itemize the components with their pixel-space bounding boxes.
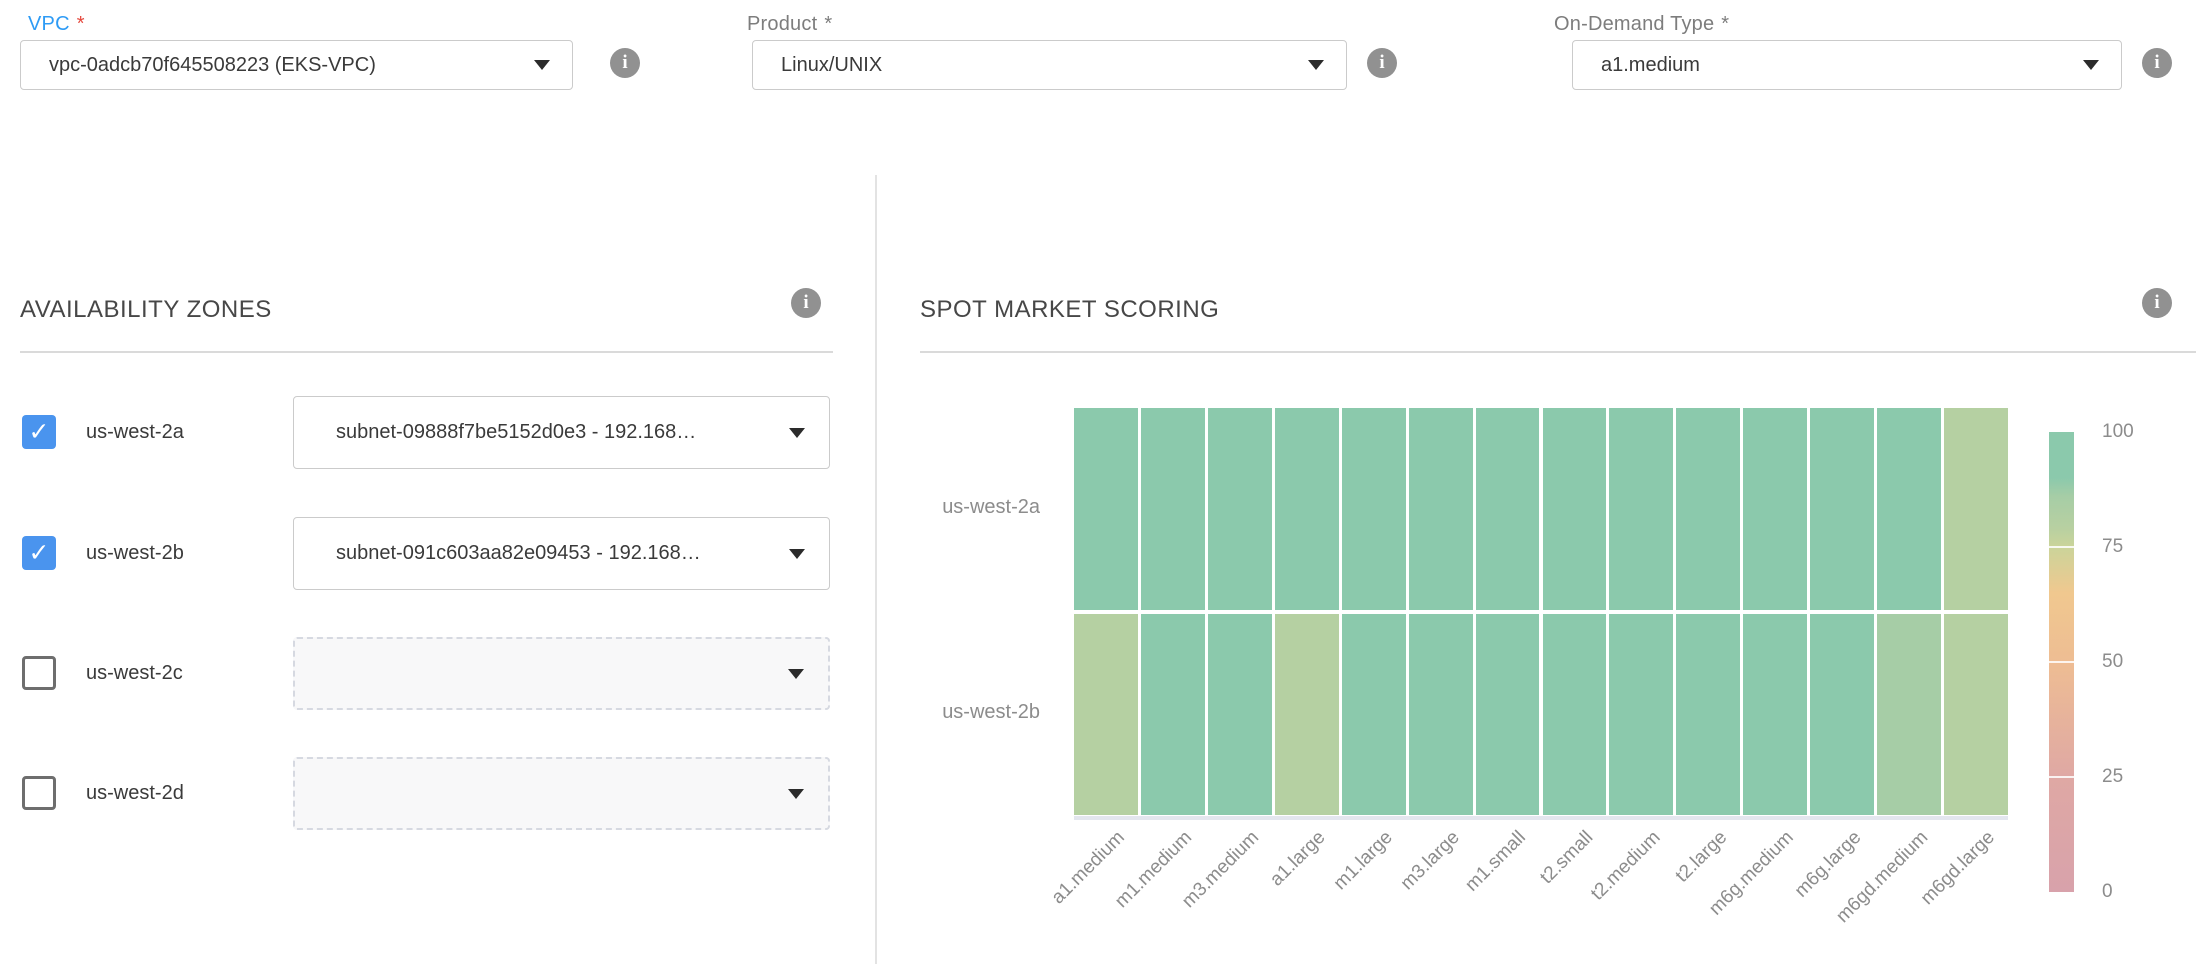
y-axis-label: us-west-2b <box>830 701 1040 724</box>
on-demand-type-required-marker: * <box>1721 13 1729 35</box>
spot-market-scoring-title: SPOT MARKET SCORING <box>920 296 1219 324</box>
section-divider <box>875 175 877 964</box>
availability-zones-title: AVAILABILITY ZONES <box>20 296 272 324</box>
on-demand-type-select[interactable]: a1.medium <box>1572 40 2122 90</box>
heatmap-cell-us-west-2a-a1.medium[interactable] <box>1074 408 1138 610</box>
product-label-text: Product <box>747 13 817 35</box>
heatmap-cell-us-west-2b-m3.large[interactable] <box>1409 614 1473 816</box>
heatmap-cell-us-west-2a-m6gd.large[interactable] <box>1944 408 2008 610</box>
product-required-marker: * <box>824 13 832 35</box>
az-zone-label: us-west-2b <box>86 517 184 590</box>
caret-down-icon <box>534 60 550 70</box>
heatmap-cell-us-west-2a-t2.small[interactable] <box>1543 408 1607 610</box>
caret-down-icon <box>1308 60 1324 70</box>
heatmap-cell-us-west-2a-m3.medium[interactable] <box>1208 408 1272 610</box>
caret-down-icon <box>788 669 804 679</box>
color-scale-label: 75 <box>2102 536 2172 558</box>
x-axis-line <box>1074 816 2008 820</box>
az-checkbox-us-west-2d[interactable] <box>22 776 56 810</box>
az-zone-label: us-west-2c <box>86 637 183 710</box>
subnet-select-value: subnet-091c603aa82e09453 - 192.168… <box>336 542 701 565</box>
product-label: Product * <box>747 13 832 36</box>
heatmap-cell-us-west-2b-m6gd.large[interactable] <box>1944 614 2008 816</box>
on-demand-type-label-text: On-Demand Type <box>1554 13 1714 35</box>
subnet-select-value: subnet-09888f7be5152d0e3 - 192.168… <box>336 421 696 444</box>
heatmap-cell-us-west-2b-m1.large[interactable] <box>1342 614 1406 816</box>
on-demand-type-info-icon[interactable]: i <box>2142 48 2172 78</box>
heatmap-cell-us-west-2b-m1.small[interactable] <box>1476 614 1540 816</box>
heatmap-cell-us-west-2b-m6g.medium[interactable] <box>1743 614 1807 816</box>
subnet-select-us-west-2b[interactable]: subnet-091c603aa82e09453 - 192.168… <box>293 517 830 590</box>
heatmap-cell-us-west-2a-a1.large[interactable] <box>1275 408 1339 610</box>
heatmap-cell-us-west-2a-t2.large[interactable] <box>1676 408 1740 610</box>
subnet-select-us-west-2a[interactable]: subnet-09888f7be5152d0e3 - 192.168… <box>293 396 830 469</box>
vpc-select[interactable]: vpc-0adcb70f645508223 (EKS-VPC) <box>20 40 573 90</box>
on-demand-type-select-value: a1.medium <box>1601 54 1700 77</box>
color-scale-label: 0 <box>2102 881 2172 903</box>
caret-down-icon <box>2083 60 2099 70</box>
caret-down-icon <box>789 549 805 559</box>
heatmap-cell-us-west-2a-m6gd.medium[interactable] <box>1877 408 1941 610</box>
availability-zones-info-icon[interactable]: i <box>791 288 821 318</box>
az-row-us-west-2b: ✓ us-west-2b subnet-091c603aa82e09453 - 19… <box>20 517 850 590</box>
az-zone-label: us-west-2a <box>86 396 184 469</box>
az-checkbox-us-west-2a[interactable]: ✓ <box>22 415 56 449</box>
color-scale-tick <box>2049 546 2074 548</box>
az-row-us-west-2c: us-west-2c <box>20 637 850 710</box>
caret-down-icon <box>789 428 805 438</box>
az-row-us-west-2d: us-west-2d <box>20 757 850 830</box>
y-axis-label: us-west-2a <box>830 496 1040 519</box>
az-checkbox-us-west-2c[interactable] <box>22 656 56 690</box>
az-checkbox-us-west-2b[interactable]: ✓ <box>22 536 56 570</box>
availability-zones-divider <box>20 351 833 353</box>
heatmap-cell-us-west-2b-t2.small[interactable] <box>1543 614 1607 816</box>
vpc-select-value: vpc-0adcb70f645508223 (EKS-VPC) <box>49 54 376 77</box>
az-row-us-west-2a: ✓ us-west-2a subnet-09888f7be5152d0e3 - 19… <box>20 396 850 469</box>
heatmap-cell-us-west-2b-m1.medium[interactable] <box>1141 614 1205 816</box>
heatmap-cell-us-west-2b-t2.large[interactable] <box>1676 614 1740 816</box>
heatmap-cell-us-west-2b-m6g.large[interactable] <box>1810 614 1874 816</box>
x-axis-label: t2.small <box>1536 827 1598 889</box>
subnet-select-us-west-2c[interactable] <box>293 637 830 710</box>
x-axis-label: a1.large <box>1266 827 1330 891</box>
spot-market-scoring-divider <box>920 351 2196 353</box>
heatmap-cell-us-west-2b-m3.medium[interactable] <box>1208 614 1272 816</box>
x-axis-label: t2.medium <box>1587 827 1665 905</box>
caret-down-icon <box>788 789 804 799</box>
az-zone-label: us-west-2d <box>86 757 184 830</box>
heatmap-cell-us-west-2b-t2.medium[interactable] <box>1609 614 1673 816</box>
heatmap-cell-us-west-2b-a1.medium[interactable] <box>1074 614 1138 816</box>
heatmap-cell-us-west-2a-m3.large[interactable] <box>1409 408 1473 610</box>
heatmap-cell-us-west-2a-m6g.medium[interactable] <box>1743 408 1807 610</box>
page: VPC * vpc-0adcb70f645508223 (EKS-VPC) i P… <box>0 0 2196 964</box>
heatmap-cell-us-west-2a-t2.medium[interactable] <box>1609 408 1673 610</box>
x-axis-label: m1.small <box>1462 827 1531 896</box>
product-info-icon[interactable]: i <box>1367 48 1397 78</box>
heatmap-cell-us-west-2a-m6g.large[interactable] <box>1810 408 1874 610</box>
x-axis-label: m1.large <box>1329 827 1397 895</box>
vpc-label-text: VPC <box>28 13 70 35</box>
color-scale-label: 50 <box>2102 651 2172 673</box>
color-scale <box>2049 432 2074 892</box>
heatmap-cell-us-west-2a-m1.small[interactable] <box>1476 408 1540 610</box>
x-axis-label: t2.large <box>1671 827 1731 887</box>
vpc-info-icon[interactable]: i <box>610 48 640 78</box>
vpc-label: VPC * <box>28 13 85 36</box>
vpc-required-marker: * <box>77 13 85 35</box>
on-demand-type-label: On-Demand Type * <box>1554 13 1729 36</box>
x-axis-label: m3.large <box>1396 827 1464 895</box>
subnet-select-us-west-2d[interactable] <box>293 757 830 830</box>
heatmap-cell-us-west-2b-m6gd.medium[interactable] <box>1877 614 1941 816</box>
heatmap-cell-us-west-2b-a1.large[interactable] <box>1275 614 1339 816</box>
spot-market-scoring-info-icon[interactable]: i <box>2142 288 2172 318</box>
product-select-value: Linux/UNIX <box>781 54 882 77</box>
color-scale-tick <box>2049 776 2074 778</box>
heatmap-cell-us-west-2a-m1.medium[interactable] <box>1141 408 1205 610</box>
color-scale-label: 100 <box>2102 421 2172 443</box>
product-select[interactable]: Linux/UNIX <box>752 40 1347 90</box>
color-scale-label: 25 <box>2102 766 2172 788</box>
color-scale-tick <box>2049 661 2074 663</box>
heatmap-cell-us-west-2a-m1.large[interactable] <box>1342 408 1406 610</box>
